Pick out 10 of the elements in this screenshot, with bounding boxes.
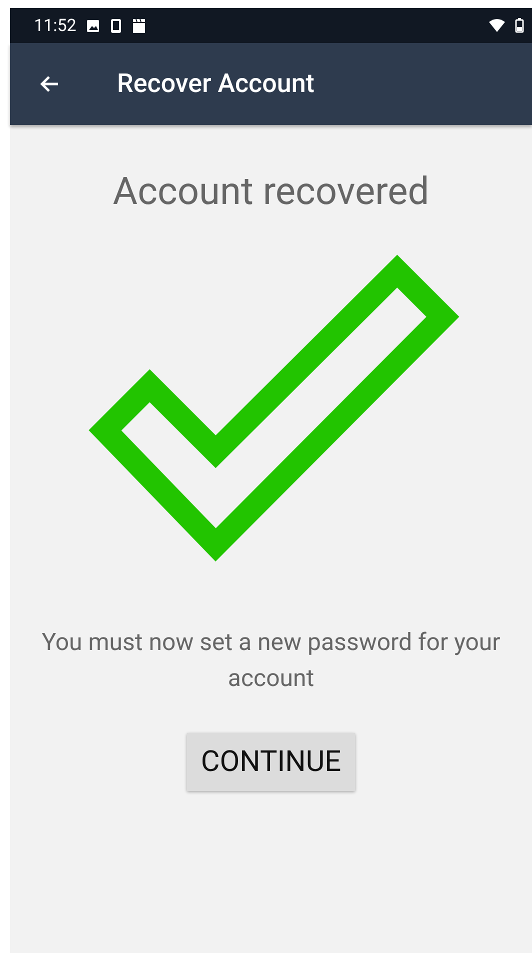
phone-icon (110, 18, 122, 34)
app-bar-title: Recover Account (117, 69, 314, 99)
status-time: 11:52 (34, 16, 76, 36)
heading: Account recovered (112, 170, 430, 214)
continue-button[interactable]: CONTINUE (186, 733, 356, 791)
clapperboard-icon (132, 18, 146, 34)
wifi-icon (489, 18, 505, 32)
battery-icon (515, 18, 524, 33)
image-icon (86, 18, 100, 32)
message: You must now set a new password for your account (40, 627, 502, 694)
